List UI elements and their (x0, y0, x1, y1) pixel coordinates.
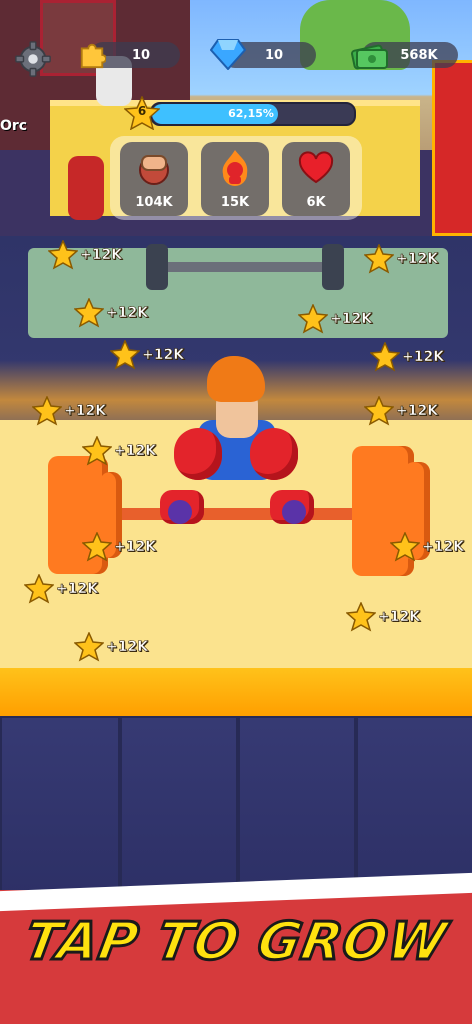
reward-popup: +12K (364, 396, 438, 426)
star-icon (74, 298, 104, 328)
reward-popup: +12K (74, 632, 148, 662)
reward-amount: +12K (402, 349, 445, 366)
reward-amount: +12K (64, 403, 107, 420)
reward-amount: +12K (396, 403, 439, 420)
star-icon (364, 244, 394, 274)
reward-amount: +12K (396, 251, 439, 268)
reward-popup: +12K (24, 574, 98, 604)
cash-amount: 568K (400, 47, 438, 63)
barbell-plate (322, 244, 344, 290)
reward-popup: +12K (74, 298, 148, 328)
small-barbell[interactable] (150, 262, 340, 272)
reward-popup: +12K (346, 602, 420, 632)
arcade-machine (432, 60, 472, 236)
shop-label: Orc (0, 118, 28, 134)
star-icon (82, 436, 112, 466)
reward-popup: +12K (370, 342, 444, 372)
star-icon (110, 340, 140, 370)
star-icon (298, 304, 328, 334)
fist-icon (134, 148, 174, 188)
cash-stack-icon (350, 40, 390, 72)
star-icon (74, 632, 104, 662)
puzzle-count: 10 (131, 47, 151, 63)
star-icon (364, 396, 394, 426)
fire-hero-icon (215, 148, 255, 188)
star-icon (390, 532, 420, 562)
star-icon (48, 240, 78, 270)
glove-emblem (168, 500, 192, 524)
reward-amount: +12K (330, 311, 373, 328)
stat-health[interactable]: 6K (282, 142, 350, 216)
reward-popup: +12K (298, 304, 372, 334)
reward-amount: +12K (114, 443, 157, 460)
stat-strength-value: 104K (135, 195, 173, 210)
star-icon (32, 396, 62, 426)
stat-power-value: 15K (220, 195, 250, 210)
star-icon (24, 574, 54, 604)
reward-popup: +12K (32, 396, 106, 426)
reward-popup: +12K (110, 340, 184, 370)
star-icon (346, 602, 376, 632)
gem-count: 10 (264, 47, 284, 63)
reward-amount: +12K (422, 539, 465, 556)
reward-amount: +12K (56, 581, 99, 598)
barbell-plate (146, 244, 168, 290)
stat-power[interactable]: 15K (201, 142, 269, 216)
star-icon (82, 532, 112, 562)
stat-strength[interactable]: 104K (120, 142, 188, 216)
reward-popup: +12K (82, 436, 156, 466)
npc-character (68, 156, 104, 220)
reward-amount: +12K (378, 609, 421, 626)
level-number: 6 (137, 104, 147, 118)
platform-edge (0, 668, 472, 716)
star-icon (370, 342, 400, 372)
banner-title: TAP TO GROW (19, 911, 454, 974)
reward-amount: +12K (142, 347, 185, 364)
reward-amount: +12K (80, 247, 123, 264)
stat-health-value: 6K (306, 195, 326, 210)
right-arm (250, 428, 298, 480)
reward-amount: +12K (114, 539, 157, 556)
heart-icon (296, 148, 336, 188)
diamond-gem-icon (209, 38, 247, 71)
puzzle-piece-icon (78, 40, 107, 70)
big-barbell[interactable] (95, 508, 385, 520)
reward-amount: +12K (106, 305, 149, 322)
level-progress-text: 62,15% (228, 107, 274, 120)
settings-gear-icon[interactable] (14, 40, 52, 78)
left-arm (174, 428, 222, 480)
reward-popup: +12K (82, 532, 156, 562)
reward-amount: +12K (106, 639, 149, 656)
reward-popup: +12K (390, 532, 464, 562)
reward-popup: +12K (364, 244, 438, 274)
reward-popup: +12K (48, 240, 122, 270)
glove-emblem (282, 500, 306, 524)
